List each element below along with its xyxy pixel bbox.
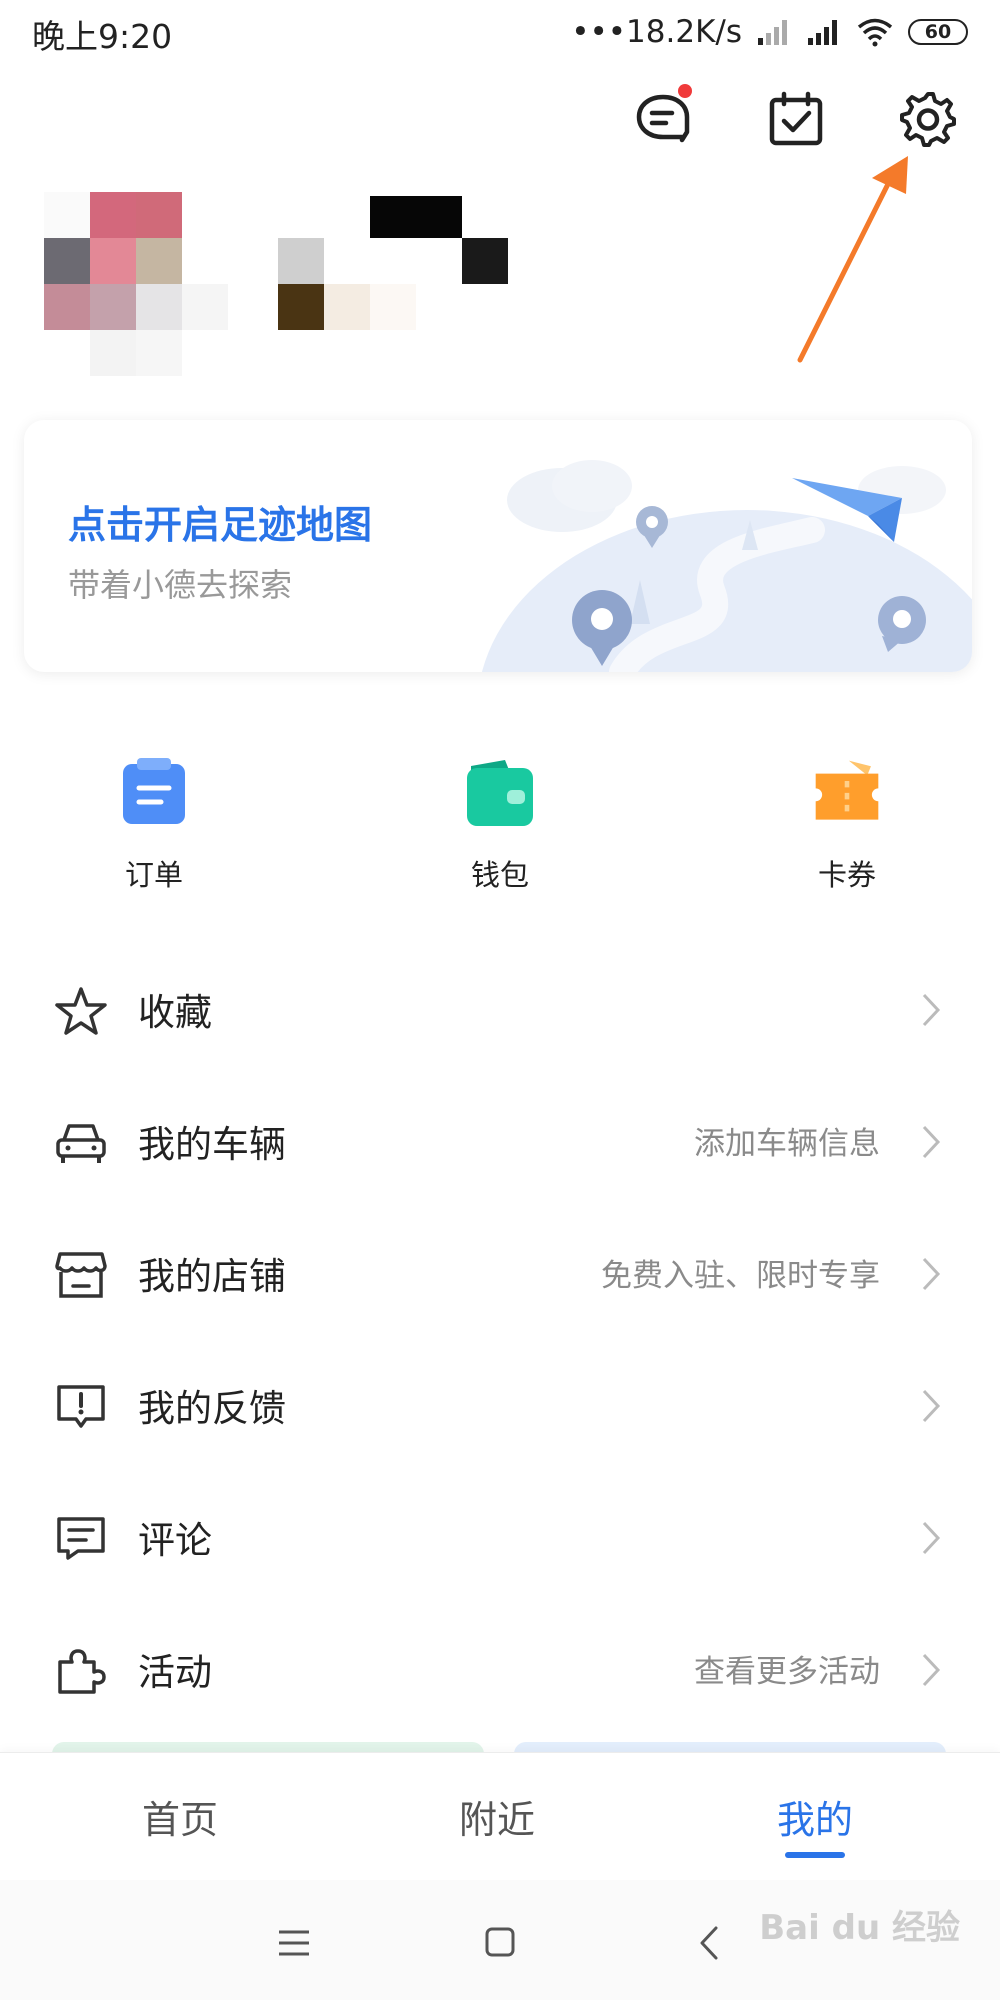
chevron-right-icon	[922, 1125, 941, 1159]
quick-entry-orders[interactable]: 订单	[74, 756, 234, 894]
chevron-right-icon	[922, 1653, 941, 1687]
store-icon	[55, 1252, 107, 1298]
footprint-card-title: 点击开启足迹地图	[68, 503, 373, 547]
menu-item-label: 活动	[138, 1651, 212, 1694]
avatar[interactable]	[44, 192, 234, 382]
chevron-right-icon	[922, 993, 941, 1027]
wallet-icon	[467, 760, 533, 826]
menu-item-label: 收藏	[138, 991, 212, 1034]
menu-item-hint: 查看更多活动	[694, 1654, 880, 1690]
chevron-right-icon	[922, 1389, 941, 1423]
quick-entry-label: 钱包	[470, 858, 529, 892]
chat-bubble-icon	[636, 94, 690, 143]
bottom-tab-bar: 首页 附近 我的	[0, 1752, 1000, 1881]
back-icon[interactable]	[686, 1920, 736, 1966]
footprint-map-card[interactable]: 点击开启足迹地图 带着小德去探索	[24, 420, 972, 672]
chevron-right-icon	[922, 1257, 941, 1291]
feedback-icon	[57, 1385, 105, 1428]
quick-entry-wallet[interactable]: 钱包	[420, 756, 580, 894]
menu-item-hint: 免费入驻、限时专享	[601, 1258, 880, 1294]
status-bar: 晚上9:20 •••18.2K/s 60	[0, 0, 1000, 64]
puzzle-icon	[58, 1649, 106, 1694]
gear-icon	[900, 92, 956, 147]
watermark: Bai du 经验	[759, 1908, 960, 1948]
menu-item-label: 评论	[138, 1519, 212, 1562]
menu-item-activities[interactable]: 活动 查看更多活动	[0, 1604, 1000, 1736]
home-square-icon[interactable]	[475, 1920, 525, 1966]
menu-item-label: 我的反馈	[138, 1387, 286, 1430]
username	[278, 196, 508, 330]
car-icon	[56, 1124, 106, 1163]
quick-entry-label: 卡券	[817, 858, 876, 892]
menu-item-hint: 添加车辆信息	[694, 1126, 880, 1162]
menu-item-my-store[interactable]: 我的店铺 免费入驻、限时专享	[0, 1208, 1000, 1340]
menu-item-favorites[interactable]: 收藏	[0, 944, 1000, 1076]
tab-nearby[interactable]: 附近	[397, 1789, 597, 1844]
notification-badge	[678, 84, 692, 98]
message-button[interactable]	[628, 84, 698, 154]
network-speed: •••18.2K/s	[571, 14, 742, 50]
quick-entry-label: 订单	[124, 858, 183, 892]
menu-item-label: 我的车辆	[138, 1123, 286, 1166]
signal-icon	[808, 20, 837, 45]
signal-icon	[758, 20, 787, 45]
status-indicators: •••18.2K/s 60	[571, 10, 968, 54]
chevron-right-icon	[922, 1521, 941, 1555]
active-tab-indicator	[785, 1852, 845, 1858]
wifi-icon	[857, 18, 893, 47]
footprint-card-subtitle: 带着小德去探索	[68, 566, 293, 604]
calendar-check-icon	[769, 91, 823, 146]
quick-entry-coupons[interactable]: 卡券	[767, 756, 927, 894]
globe-illustration-icon	[482, 460, 972, 672]
menu-item-my-feedback[interactable]: 我的反馈	[0, 1340, 1000, 1472]
coupon-ticket-icon	[815, 760, 879, 820]
comment-icon	[57, 1517, 105, 1560]
menu-icon[interactable]	[269, 1920, 319, 1966]
checkin-button[interactable]	[761, 84, 831, 154]
status-time: 晚上9:20	[32, 17, 173, 56]
tab-mine[interactable]: 我的	[715, 1789, 915, 1844]
settings-button[interactable]	[893, 84, 963, 154]
order-clipboard-icon	[123, 758, 185, 824]
annotation-arrow-icon	[797, 156, 908, 363]
menu-item-comments[interactable]: 评论	[0, 1472, 1000, 1604]
menu-item-label: 我的店铺	[138, 1255, 286, 1298]
tab-home[interactable]: 首页	[80, 1789, 280, 1844]
menu-item-my-vehicle[interactable]: 我的车辆 添加车辆信息	[0, 1076, 1000, 1208]
star-icon	[55, 987, 107, 1035]
battery-icon: 60	[908, 19, 968, 45]
